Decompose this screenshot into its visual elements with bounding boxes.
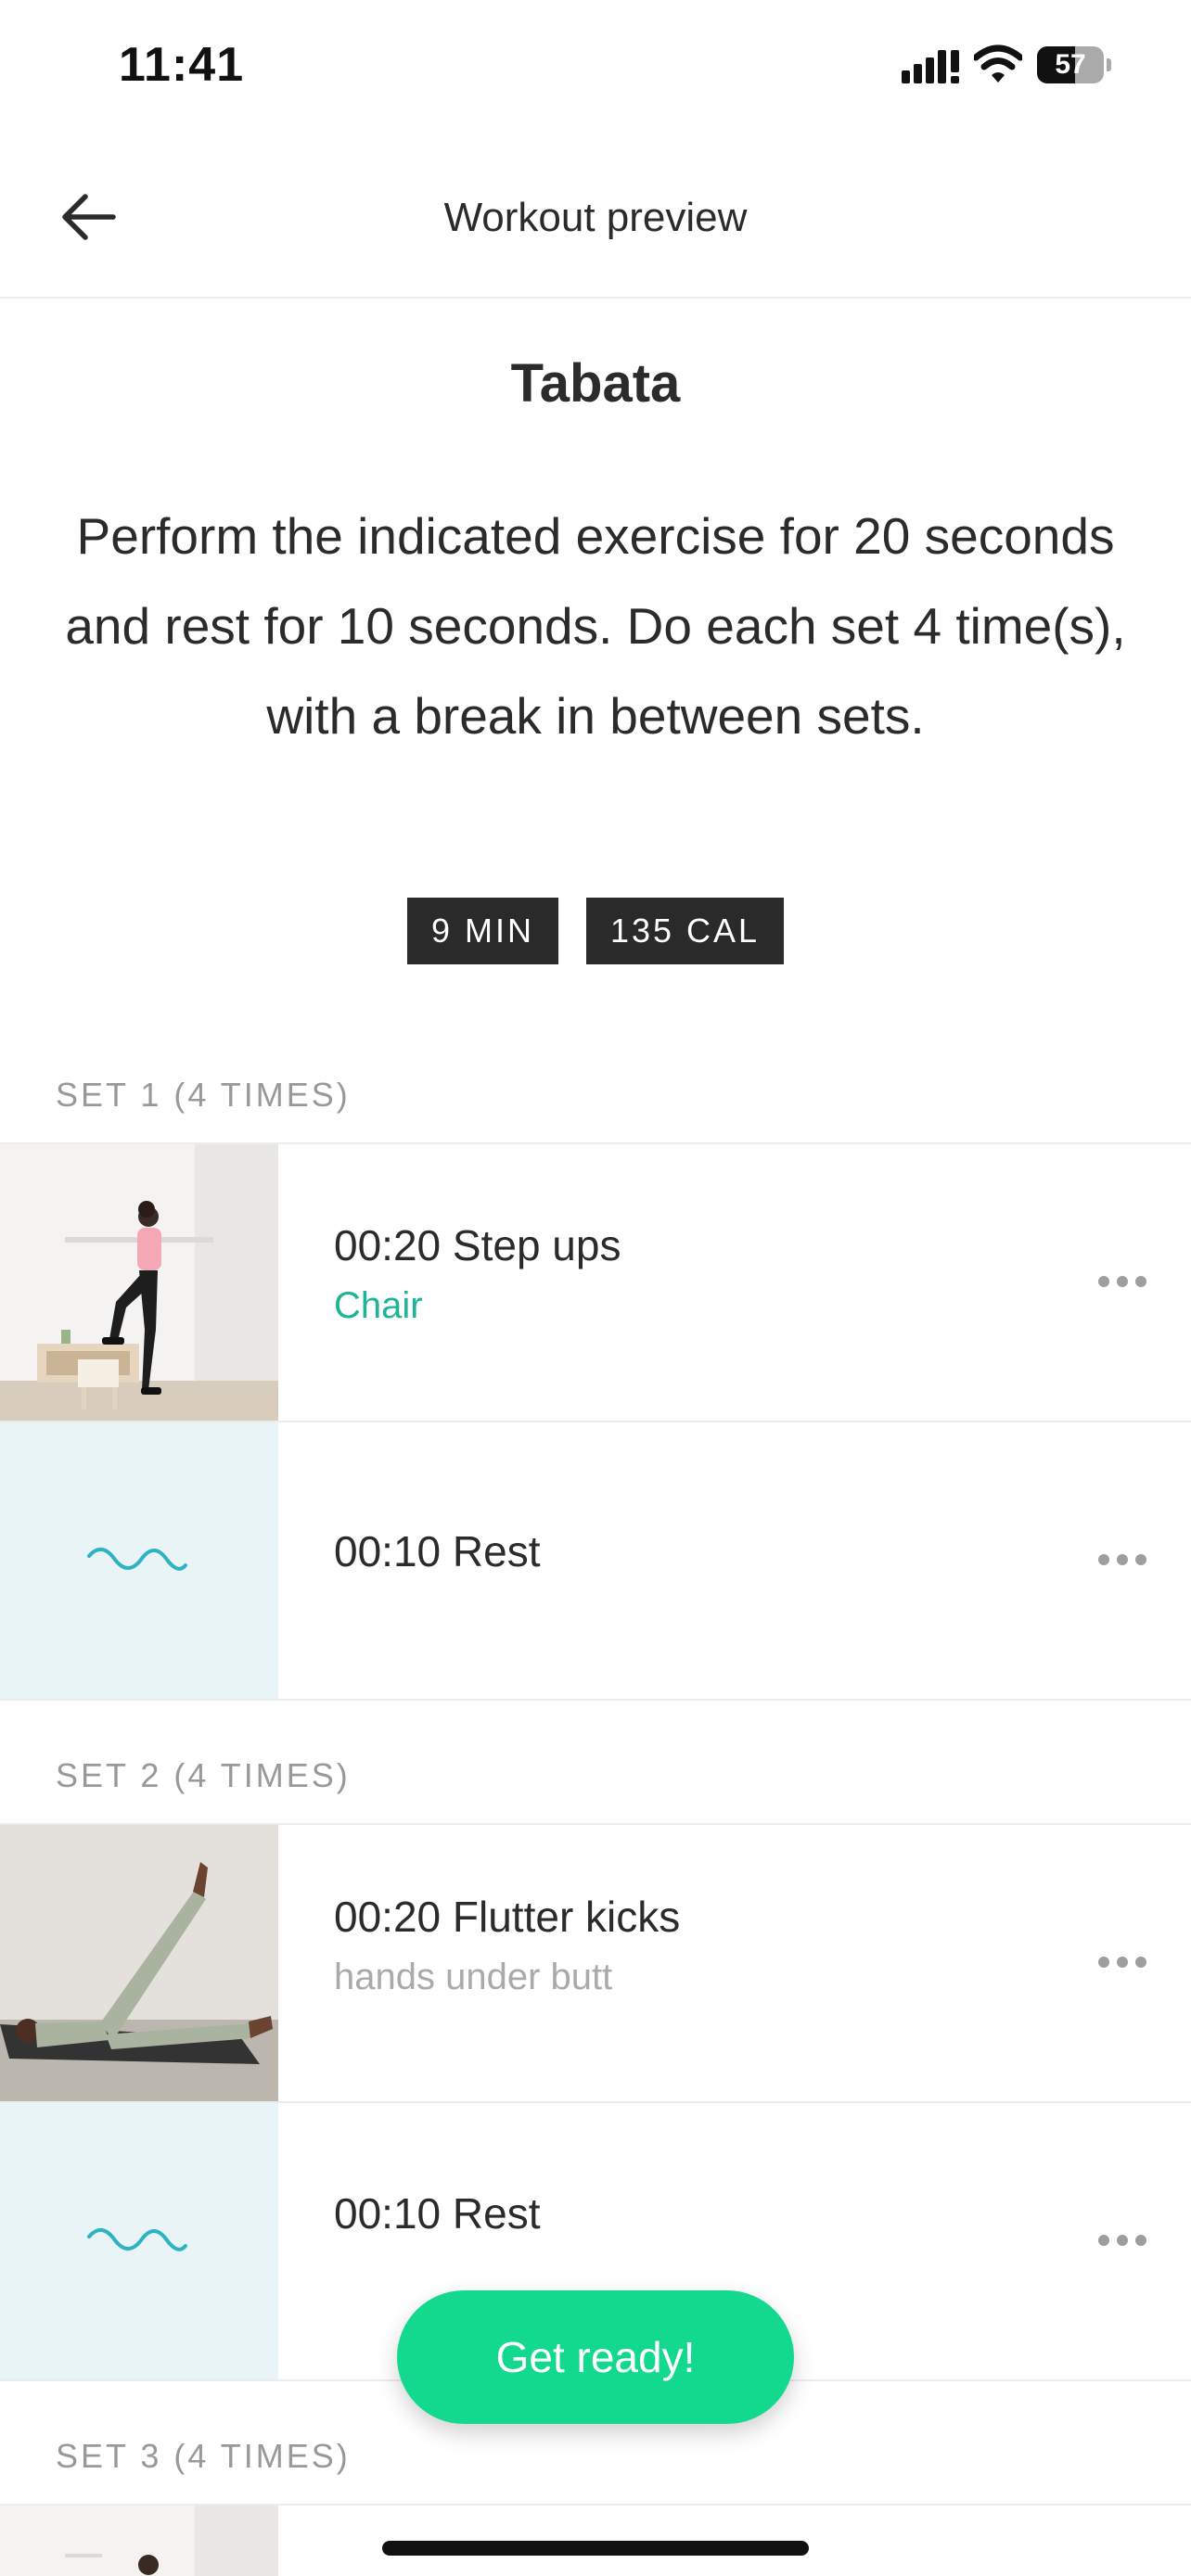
step-ups-thumbnail <box>0 1144 278 1421</box>
status-bar: 11:41 57 <box>0 0 1191 139</box>
top-nav: Workout preview <box>0 139 1191 299</box>
page-title: Workout preview <box>443 195 748 240</box>
exercise-title: 00:20 Step ups <box>334 1221 621 1269</box>
set-header: SET 2 (4 TIMES) <box>56 1756 351 1794</box>
home-indicator <box>382 2541 809 2556</box>
set-header: SET 1 (4 TIMES) <box>56 1076 351 1114</box>
step-ups-thumbnail <box>0 2506 278 2576</box>
equipment-label[interactable]: Chair <box>334 1285 423 1327</box>
exercise-row[interactable]: 00:20 Flutter kicks hands under butt <box>0 1823 1191 2101</box>
more-icon[interactable] <box>1095 1263 1150 1300</box>
rest-row[interactable]: 00:10 Rest <box>0 1421 1191 1699</box>
rest-thumbnail <box>0 1422 278 1699</box>
workout-title: Tabata <box>510 353 681 414</box>
flutter-kicks-thumbnail <box>0 1825 278 2101</box>
get-ready-button[interactable]: Get ready! <box>397 2290 794 2424</box>
workout-description: Perform the indicated exercise for 20 se… <box>65 507 1126 745</box>
divider <box>0 1699 1191 1701</box>
more-icon[interactable] <box>1095 2222 1150 2259</box>
rest-thumbnail <box>0 2103 278 2379</box>
exercise-title: 00:20 Flutter kicks <box>334 1893 681 1941</box>
rest-title: 00:10 Rest <box>334 2189 541 2238</box>
rest-wave-icon <box>87 1548 187 1571</box>
workout-badges: 9 MIN 135 CAL <box>0 898 1191 964</box>
set-header: SET 3 (4 TIMES) <box>56 2437 351 2475</box>
rest-title: 00:10 Rest <box>334 1527 541 1575</box>
more-icon[interactable] <box>1095 1944 1150 1981</box>
rest-wave-icon <box>87 2228 187 2251</box>
exercise-row[interactable]: 00:20 Step ups Chair <box>0 1142 1191 1421</box>
wifi-icon <box>974 45 1022 83</box>
back-arrow-icon <box>62 194 116 240</box>
battery-icon: 57 <box>1037 46 1111 83</box>
exercise-note: hands under butt <box>334 1957 613 1997</box>
calories-badge: 135 CAL <box>585 898 785 964</box>
duration-badge: 9 MIN <box>406 898 558 964</box>
battery-percent: 57 <box>1055 49 1086 80</box>
more-icon[interactable] <box>1095 1541 1150 1578</box>
back-button[interactable] <box>52 180 126 254</box>
status-time: 11:41 <box>119 38 245 92</box>
signal-icon <box>902 50 959 83</box>
